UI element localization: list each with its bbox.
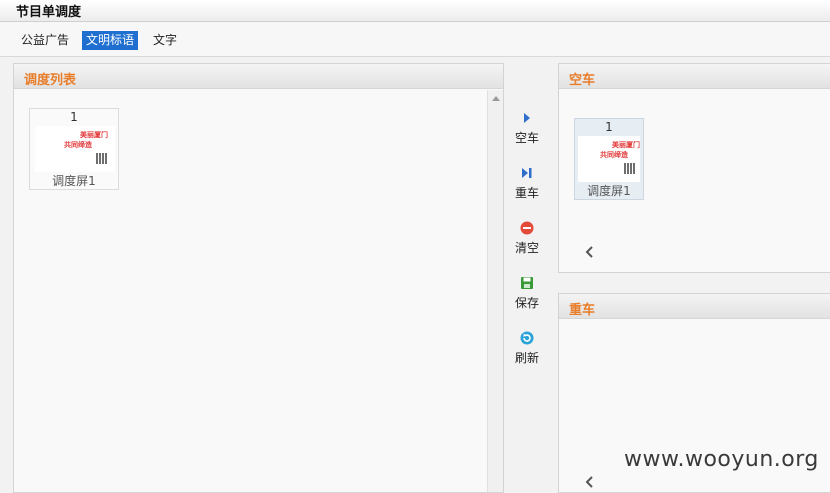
save-disk-icon <box>519 275 535 291</box>
empty-car-title: 空车 <box>569 73 596 88</box>
window-title: 节目单调度 <box>16 5 82 20</box>
tab-text[interactable]: 文字 <box>149 31 181 50</box>
clear-button[interactable]: 清空 <box>506 220 548 256</box>
schedule-item-label: 调度屏1 <box>52 174 96 188</box>
scroll-up-arrow-icon[interactable] <box>492 96 500 101</box>
tab-civilized-slogans[interactable]: 文明标语 <box>82 31 139 50</box>
empty-car-item-number: 1 <box>605 120 613 134</box>
watermark-text: www.wooyun.org <box>624 447 819 472</box>
schedule-item-number: 1 <box>70 110 78 124</box>
schedule-list-scrollbar[interactable] <box>487 90 503 492</box>
skip-next-icon <box>519 165 535 181</box>
loaded-car-button[interactable]: 重车 <box>506 165 548 201</box>
clear-label: 清空 <box>514 241 539 255</box>
empty-car-item-label: 调度屏1 <box>587 184 631 198</box>
schedule-list-title: 调度列表 <box>24 73 77 88</box>
save-button[interactable]: 保存 <box>506 275 548 311</box>
empty-car-panel: 空车 1 美丽厦门 共同缔造 调度屏1 <box>558 63 830 273</box>
loaded-car-title: 重车 <box>569 303 596 318</box>
slogan-preview-image: 美丽厦门 共同缔造 <box>35 126 115 172</box>
tab-bar: 公益广告 文明标语 文字 <box>0 22 830 57</box>
loaded-car-label: 重车 <box>514 186 539 200</box>
slogan-preview-image: 美丽厦门 共同缔造 <box>578 136 640 182</box>
tab-public-ads[interactable]: 公益广告 <box>17 31 73 50</box>
preview-line-2: 共同缔造 <box>64 141 92 149</box>
refresh-button[interactable]: 刷新 <box>506 330 548 366</box>
schedule-list-panel: 调度列表 1 美丽厦门 共同缔造 调度屏1 <box>13 63 504 493</box>
chevron-left-icon[interactable] <box>583 245 597 259</box>
preview-line-1: 美丽厦门 <box>80 131 108 139</box>
preview-line-1: 美丽厦门 <box>612 141 640 149</box>
chevron-left-icon[interactable] <box>583 475 597 489</box>
empty-car-button[interactable]: 空车 <box>506 110 548 146</box>
schedule-item-card[interactable]: 1 美丽厦门 共同缔造 调度屏1 <box>29 108 119 190</box>
stop-circle-icon <box>519 220 535 236</box>
qr-code-icon <box>624 163 635 174</box>
schedule-list-header: 调度列表 <box>14 64 503 89</box>
qr-code-icon <box>96 153 107 164</box>
loaded-car-header: 重车 <box>559 294 830 319</box>
empty-car-header: 空车 <box>559 64 830 89</box>
empty-car-label: 空车 <box>514 131 539 145</box>
save-label: 保存 <box>514 296 539 310</box>
play-right-icon <box>519 110 535 126</box>
preview-line-2: 共同缔造 <box>600 151 628 159</box>
refresh-icon <box>519 330 535 346</box>
window-titlebar: 节目单调度 <box>0 0 830 22</box>
empty-car-item-card[interactable]: 1 美丽厦门 共同缔造 调度屏1 <box>574 118 644 200</box>
refresh-label: 刷新 <box>514 351 539 365</box>
